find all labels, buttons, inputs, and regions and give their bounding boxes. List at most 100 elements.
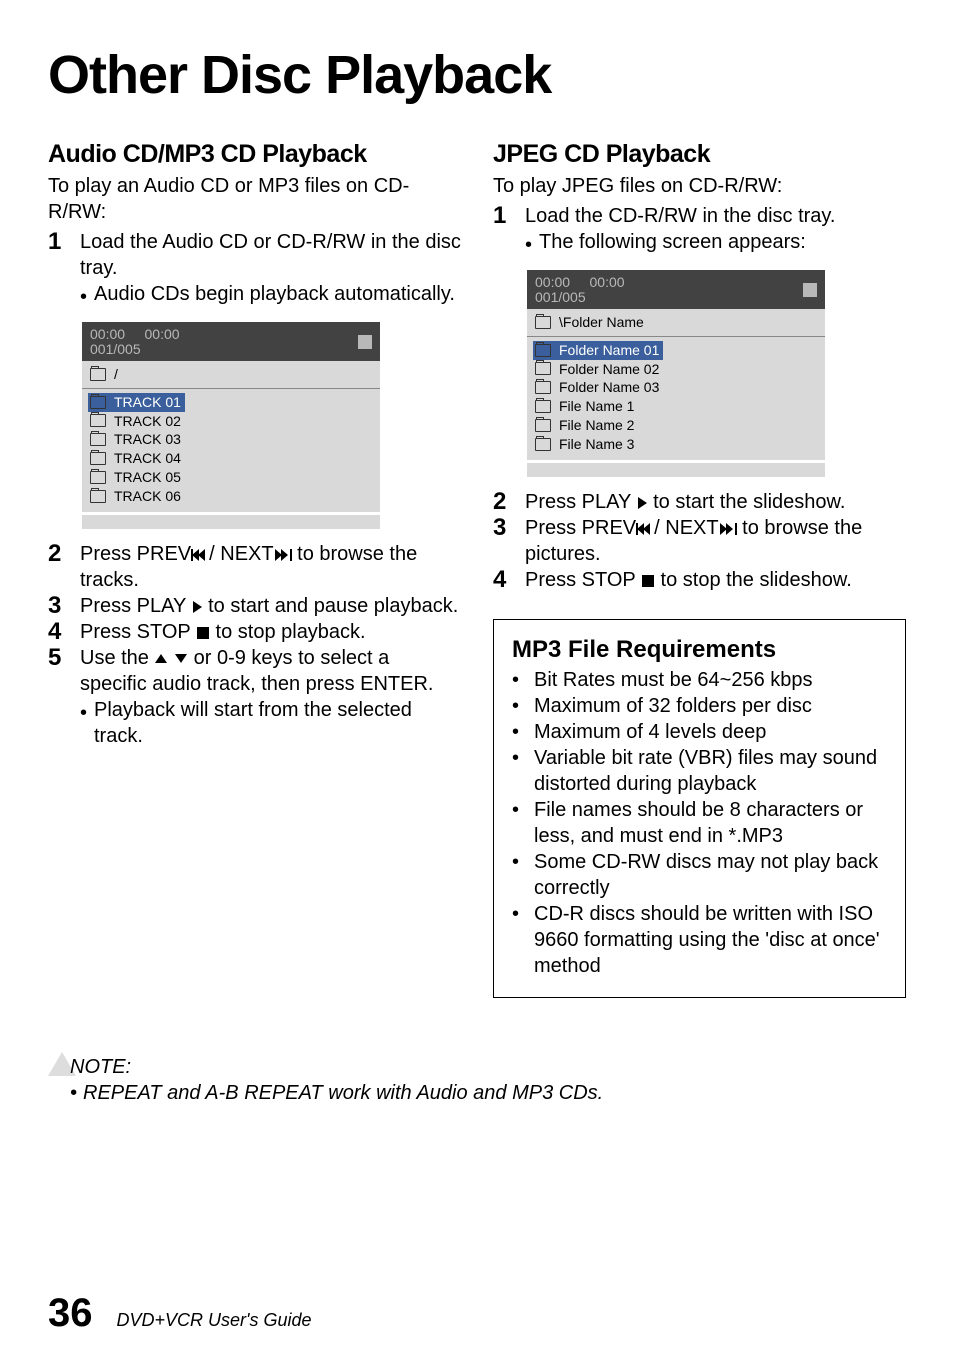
stop-icon — [358, 335, 372, 349]
callout-item: File names should be 8 characters or les… — [534, 797, 887, 849]
step-text-pre: Press PREV — [525, 517, 636, 539]
step-subtext: Playback will start from the selected tr… — [94, 697, 461, 749]
callout-item: CD-R discs should be written with ISO 96… — [534, 901, 887, 979]
bullet-icon: • — [512, 901, 520, 979]
folder-icon — [535, 419, 551, 432]
folder-icon — [90, 414, 106, 427]
mp3-requirements-box: MP3 File Requirements • Bit Rates must be… — [493, 619, 906, 998]
step-number: 5 — [48, 645, 70, 749]
folder-icon — [90, 490, 106, 503]
step-number: 1 — [48, 229, 70, 310]
folder-icon — [535, 344, 551, 357]
bullet-icon: • — [512, 797, 520, 849]
note-label: NOTE: — [70, 1054, 906, 1080]
folder-icon — [90, 368, 106, 381]
down-icon — [175, 654, 187, 663]
shot-path: \Folder Name — [559, 313, 644, 331]
list-item: Folder Name 01 — [559, 341, 659, 360]
shot-time1: 00:00 — [90, 326, 125, 342]
list-item: File Name 1 — [559, 397, 634, 416]
list-item: TRACK 06 — [114, 487, 181, 506]
list-item: Folder Name 02 — [559, 360, 659, 379]
bullet-icon: • — [512, 849, 520, 901]
step-number: 3 — [48, 593, 70, 619]
callout-heading: MP3 File Requirements — [512, 634, 887, 665]
play-icon — [193, 601, 202, 613]
audio-cd-intro: To play an Audio CD or MP3 files on CD-R… — [48, 173, 461, 225]
note-block: NOTE: • REPEAT and A-B REPEAT work with … — [48, 1054, 906, 1106]
step-subtext: Audio CDs begin playback automatically. — [94, 281, 461, 310]
folder-list-screenshot: 00:00 00:00 001/005 \Folder Name Folder … — [527, 270, 825, 477]
next-icon — [720, 523, 736, 535]
callout-item: Maximum of 32 folders per disc — [534, 693, 812, 719]
stop-icon — [642, 575, 654, 587]
page-number: 36 — [48, 1287, 93, 1339]
bullet-icon: • — [512, 745, 520, 797]
step-number: 3 — [493, 515, 515, 567]
step-text-post: to stop the slideshow. — [655, 569, 852, 591]
guide-label: DVD+VCR User's Guide — [117, 1309, 312, 1332]
bullet-icon: • — [512, 667, 520, 693]
prev-icon — [637, 523, 653, 535]
play-icon — [638, 497, 647, 509]
step-number: 2 — [48, 541, 70, 593]
prev-icon — [192, 549, 208, 561]
bullet-icon: • — [512, 719, 520, 745]
step-text: Load the Audio CD or CD-R/RW in the disc… — [80, 231, 461, 279]
shot-path: / — [114, 365, 118, 383]
page-footer: 36 DVD+VCR User's Guide — [48, 1287, 312, 1339]
list-item: File Name 2 — [559, 416, 634, 435]
callout-item: Bit Rates must be 64~256 kbps — [534, 667, 813, 693]
next-icon — [275, 549, 291, 561]
step-text-mid: / NEXT — [209, 543, 273, 565]
shot-time2: 00:00 — [590, 274, 625, 290]
list-item: File Name 3 — [559, 435, 634, 454]
right-column: JPEG CD Playback To play JPEG files on C… — [493, 138, 906, 998]
shot-counter: 001/005 — [535, 289, 586, 305]
step-number: 4 — [48, 619, 70, 645]
step-text-pre: Press PLAY — [525, 491, 637, 513]
step-text-post: to start and pause playback. — [203, 595, 459, 617]
bullet-icon: • — [525, 229, 533, 258]
jpeg-cd-heading: JPEG CD Playback — [493, 138, 906, 171]
audio-cd-heading: Audio CD/MP3 CD Playback — [48, 138, 461, 171]
shot-counter: 001/005 — [90, 341, 141, 357]
step-text-post: to start the slideshow. — [648, 491, 846, 513]
track-list-screenshot: 00:00 00:00 001/005 / TRACK 01 TRACK 02 … — [82, 322, 380, 529]
note-text: REPEAT and A-B REPEAT work with Audio an… — [83, 1080, 603, 1106]
folder-icon — [90, 396, 106, 409]
bullet-icon: • — [80, 697, 88, 749]
folder-icon — [90, 471, 106, 484]
folder-icon — [535, 316, 551, 329]
step-text-pre: Press STOP — [525, 569, 641, 591]
bullet-icon: • — [70, 1080, 77, 1106]
step-text-pre: Press STOP — [80, 621, 196, 643]
step-text: Load the CD-R/RW in the disc tray. — [525, 205, 836, 227]
stop-icon — [197, 627, 209, 639]
step-subtext: The following screen appears: — [539, 229, 906, 258]
list-item: TRACK 04 — [114, 449, 181, 468]
callout-item: Variable bit rate (VBR) files may sound … — [534, 745, 887, 797]
bullet-icon: • — [512, 693, 520, 719]
step-text-pre: Use the — [80, 647, 154, 669]
jpeg-cd-intro: To play JPEG files on CD-R/RW: — [493, 173, 906, 199]
list-item: TRACK 03 — [114, 430, 181, 449]
step-text-pre: Press PREV — [80, 543, 191, 565]
step-number: 1 — [493, 203, 515, 258]
shot-time2: 00:00 — [145, 326, 180, 342]
step-text-pre: Press PLAY — [80, 595, 192, 617]
folder-icon — [535, 362, 551, 375]
step-number: 2 — [493, 489, 515, 515]
list-item: TRACK 01 — [114, 393, 181, 412]
folder-icon — [535, 400, 551, 413]
folder-icon — [535, 381, 551, 394]
step-text-post: to stop playback. — [210, 621, 366, 643]
left-column: Audio CD/MP3 CD Playback To play an Audi… — [48, 138, 461, 998]
step-text-mid: / NEXT — [654, 517, 718, 539]
page-title: Other Disc Playback — [48, 40, 906, 110]
bullet-icon: • — [80, 281, 88, 310]
folder-icon — [535, 438, 551, 451]
callout-item: Some CD-RW discs may not play back corre… — [534, 849, 887, 901]
list-item: Folder Name 03 — [559, 378, 659, 397]
folder-icon — [90, 452, 106, 465]
